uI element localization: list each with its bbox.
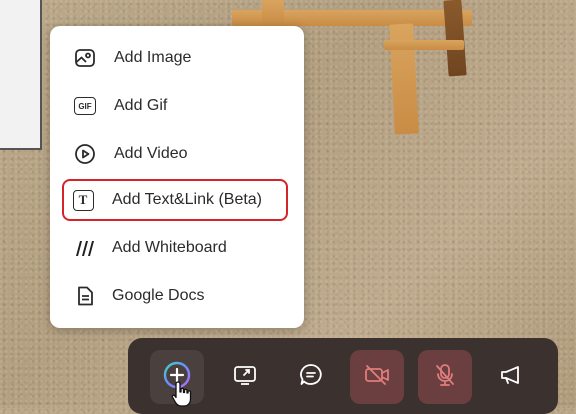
menu-item-label: Add Whiteboard [112,239,227,256]
hand-cursor-icon [170,380,194,413]
menu-item-add-text-link[interactable]: T Add Text&Link (Beta) [62,179,288,221]
megaphone-icon [498,363,524,392]
video-play-icon [72,141,98,167]
document-icon [72,283,98,309]
text-link-icon: T [70,187,96,213]
background-easel-crossbar [384,40,464,50]
menu-item-google-docs[interactable]: Google Docs [64,276,290,316]
menu-item-label: Add Text&Link (Beta) [112,191,263,208]
camera-off-icon [363,363,391,392]
microphone-off-icon [433,362,457,393]
announce-button[interactable] [484,350,538,404]
menu-item-label: Add Image [114,49,192,66]
camera-toggle-button[interactable] [350,350,404,404]
menu-item-add-image[interactable]: Add Image [64,38,290,78]
microphone-toggle-button[interactable] [418,350,472,404]
whiteboard-icon [72,235,98,261]
menu-item-add-gif[interactable]: GIF Add Gif [64,86,290,126]
background-easel-leg-left [262,0,284,26]
screen-share-icon [232,363,258,392]
menu-item-label: Add Gif [114,97,168,114]
menu-item-label: Google Docs [112,287,205,304]
menu-item-add-video[interactable]: Add Video [64,134,290,174]
image-icon [72,45,98,71]
gif-icon: GIF [72,93,98,119]
add-content-menu: Add Image GIF Add Gif Add Video T Add Te… [50,26,304,328]
background-wall-panel [0,0,42,150]
chat-button[interactable] [284,350,338,404]
chat-icon [298,362,324,393]
menu-item-add-whiteboard[interactable]: Add Whiteboard [64,228,290,268]
menu-item-label: Add Video [114,145,188,162]
share-screen-button[interactable] [218,350,272,404]
